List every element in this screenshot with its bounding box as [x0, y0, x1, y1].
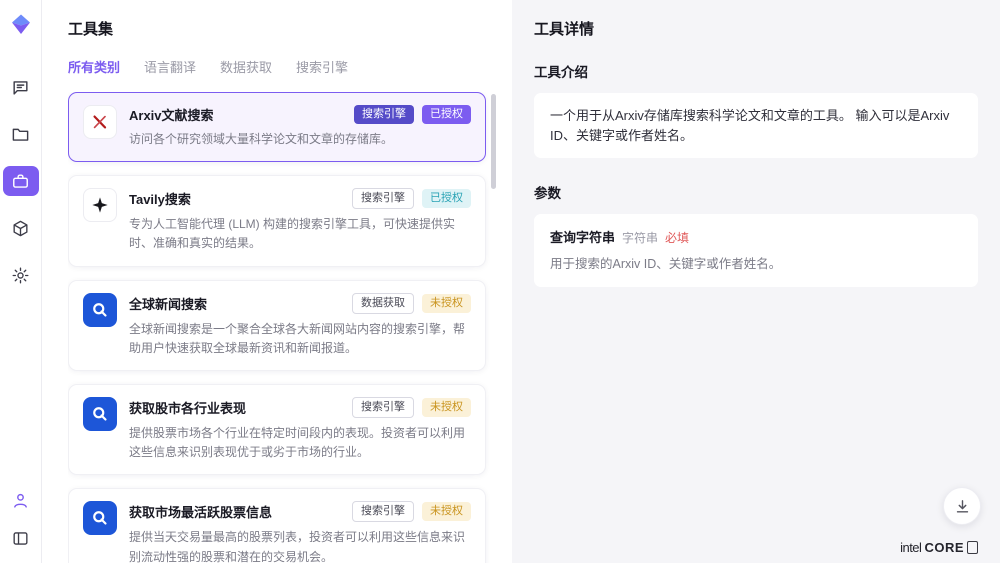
download-icon	[954, 498, 971, 515]
tool-details-panel: 工具详情 工具介绍 一个用于从Arxiv存储库搜索科学论文和文章的工具。 输入可…	[512, 0, 1000, 563]
arxiv-icon	[83, 105, 117, 139]
sidebar-nav	[3, 72, 39, 290]
params-section-title: 参数	[534, 182, 978, 202]
tool-category-badge: 搜索引擎	[352, 501, 414, 522]
qblue-icon	[83, 293, 117, 327]
intel-text: intel	[900, 540, 921, 555]
tool-status-badge: 未授权	[422, 502, 471, 521]
tab-data[interactable]: 数据获取	[220, 57, 272, 76]
tool-card[interactable]: 全球新闻搜索 数据获取 未授权 全球新闻搜索是一个聚合全球各大新闻网站内容的搜索…	[68, 280, 486, 371]
user-icon[interactable]	[6, 485, 36, 515]
tool-main: 获取股市各行业表现 搜索引擎 未授权 提供股票市场各个行业在特定时间段内的表现。…	[129, 397, 471, 462]
tool-name: Tavily搜索	[129, 189, 344, 208]
toolbox-briefcase-icon[interactable]	[3, 166, 39, 196]
chat-icon[interactable]	[6, 72, 36, 102]
qblue-icon	[83, 397, 117, 431]
tool-name: Arxiv文献搜索	[129, 105, 346, 124]
toolset-title: 工具集	[68, 18, 498, 39]
intro-text: 一个用于从Arxiv存储库搜索科学论文和文章的工具。 输入可以是Arxiv ID…	[550, 106, 962, 145]
param-type: 字符串	[622, 229, 658, 246]
tool-status-badge: 已授权	[422, 189, 471, 208]
tool-name: 获取市场最活跃股票信息	[129, 502, 344, 521]
core-text: CORE	[924, 540, 964, 555]
tool-list: Arxiv文献搜索 搜索引擎 已授权 访问各个研究领域大量科学论文和文章的存储库…	[68, 92, 498, 563]
toolset-panel: 工具集 所有类别语言翻译数据获取搜索引擎 Arxiv文献搜索 搜索引擎 已授权 …	[42, 0, 512, 563]
panel-toggle-icon[interactable]	[6, 523, 36, 553]
tool-card[interactable]: 获取市场最活跃股票信息 搜索引擎 未授权 提供当天交易量最高的股票列表，投资者可…	[68, 488, 486, 563]
tool-description: 专为人工智能代理 (LLM) 构建的搜索引擎工具，可快速提供实时、准确和真实的结…	[129, 215, 471, 253]
folder-icon[interactable]	[6, 119, 36, 149]
tool-description: 提供当天交易量最高的股票列表，投资者可以利用这些信息来识别流动性强的股票和潜在的…	[129, 528, 471, 563]
tool-main: 全球新闻搜索 数据获取 未授权 全球新闻搜索是一个聚合全球各大新闻网站内容的搜索…	[129, 293, 471, 358]
tool-description: 全球新闻搜索是一个聚合全球各大新闻网站内容的搜索引擎，帮助用户快速获取全球最新资…	[129, 320, 471, 358]
tool-description: 提供股票市场各个行业在特定时间段内的表现。投资者可以利用这些信息来识别表现优于或…	[129, 424, 471, 462]
scrollbar-thumb[interactable]	[491, 94, 496, 189]
sidebar-bottom	[6, 485, 36, 553]
tool-card[interactable]: Tavily搜索 搜索引擎 已授权 专为人工智能代理 (LLM) 构建的搜索引擎…	[68, 175, 486, 266]
tool-category-badge: 搜索引擎	[352, 397, 414, 418]
settings-gear-icon[interactable]	[6, 260, 36, 290]
tavily-icon	[83, 188, 117, 222]
tool-status-badge: 未授权	[422, 398, 471, 417]
tool-main: Arxiv文献搜索 搜索引擎 已授权 访问各个研究领域大量科学论文和文章的存储库…	[129, 105, 471, 149]
details-title: 工具详情	[534, 18, 978, 39]
package-icon[interactable]	[6, 213, 36, 243]
tool-status-badge: 已授权	[422, 105, 471, 124]
tool-main: Tavily搜索 搜索引擎 已授权 专为人工智能代理 (LLM) 构建的搜索引擎…	[129, 188, 471, 253]
tab-translate[interactable]: 语言翻译	[144, 57, 196, 76]
param-name: 查询字符串	[550, 227, 615, 246]
tool-main: 获取市场最活跃股票信息 搜索引擎 未授权 提供当天交易量最高的股票列表，投资者可…	[129, 501, 471, 563]
intro-section-title: 工具介绍	[534, 61, 978, 81]
tab-all[interactable]: 所有类别	[68, 57, 120, 76]
tool-name: 全球新闻搜索	[129, 294, 344, 313]
tool-category-badge: 搜索引擎	[354, 105, 414, 124]
tool-category-badge: 搜索引擎	[352, 188, 414, 209]
intro-box: 一个用于从Arxiv存储库搜索科学论文和文章的工具。 输入可以是Arxiv ID…	[534, 93, 978, 158]
tool-description: 访问各个研究领域大量科学论文和文章的存储库。	[129, 130, 471, 149]
param-description: 用于搜索的Arxiv ID、关键字或作者姓名。	[550, 255, 962, 274]
tool-category-badge: 数据获取	[352, 293, 414, 314]
param-box: 查询字符串 字符串 必填 用于搜索的Arxiv ID、关键字或作者姓名。	[534, 214, 978, 287]
tool-status-badge: 未授权	[422, 294, 471, 313]
param-header: 查询字符串 字符串 必填	[550, 227, 962, 246]
app-window: 工具集 所有类别语言翻译数据获取搜索引擎 Arxiv文献搜索 搜索引擎 已授权 …	[0, 0, 1000, 563]
intel-core-logo: intel CORE	[900, 540, 978, 555]
app-logo-icon	[9, 12, 33, 36]
param-required-badge: 必填	[665, 229, 689, 246]
category-tabs: 所有类别 语言翻译 数据获取 搜索引擎	[68, 57, 498, 76]
tool-card[interactable]: 获取股市各行业表现 搜索引擎 未授权 提供股票市场各个行业在特定时间段内的表现。…	[68, 384, 486, 475]
tool-card[interactable]: Arxiv文献搜索 搜索引擎 已授权 访问各个研究领域大量科学论文和文章的存储库…	[68, 92, 486, 162]
tool-name: 获取股市各行业表现	[129, 398, 344, 417]
tab-search[interactable]: 搜索引擎	[296, 57, 348, 76]
qblue-icon	[83, 501, 117, 535]
sidebar	[0, 0, 42, 563]
download-button[interactable]	[943, 487, 981, 525]
intel-badge-box	[967, 541, 978, 554]
